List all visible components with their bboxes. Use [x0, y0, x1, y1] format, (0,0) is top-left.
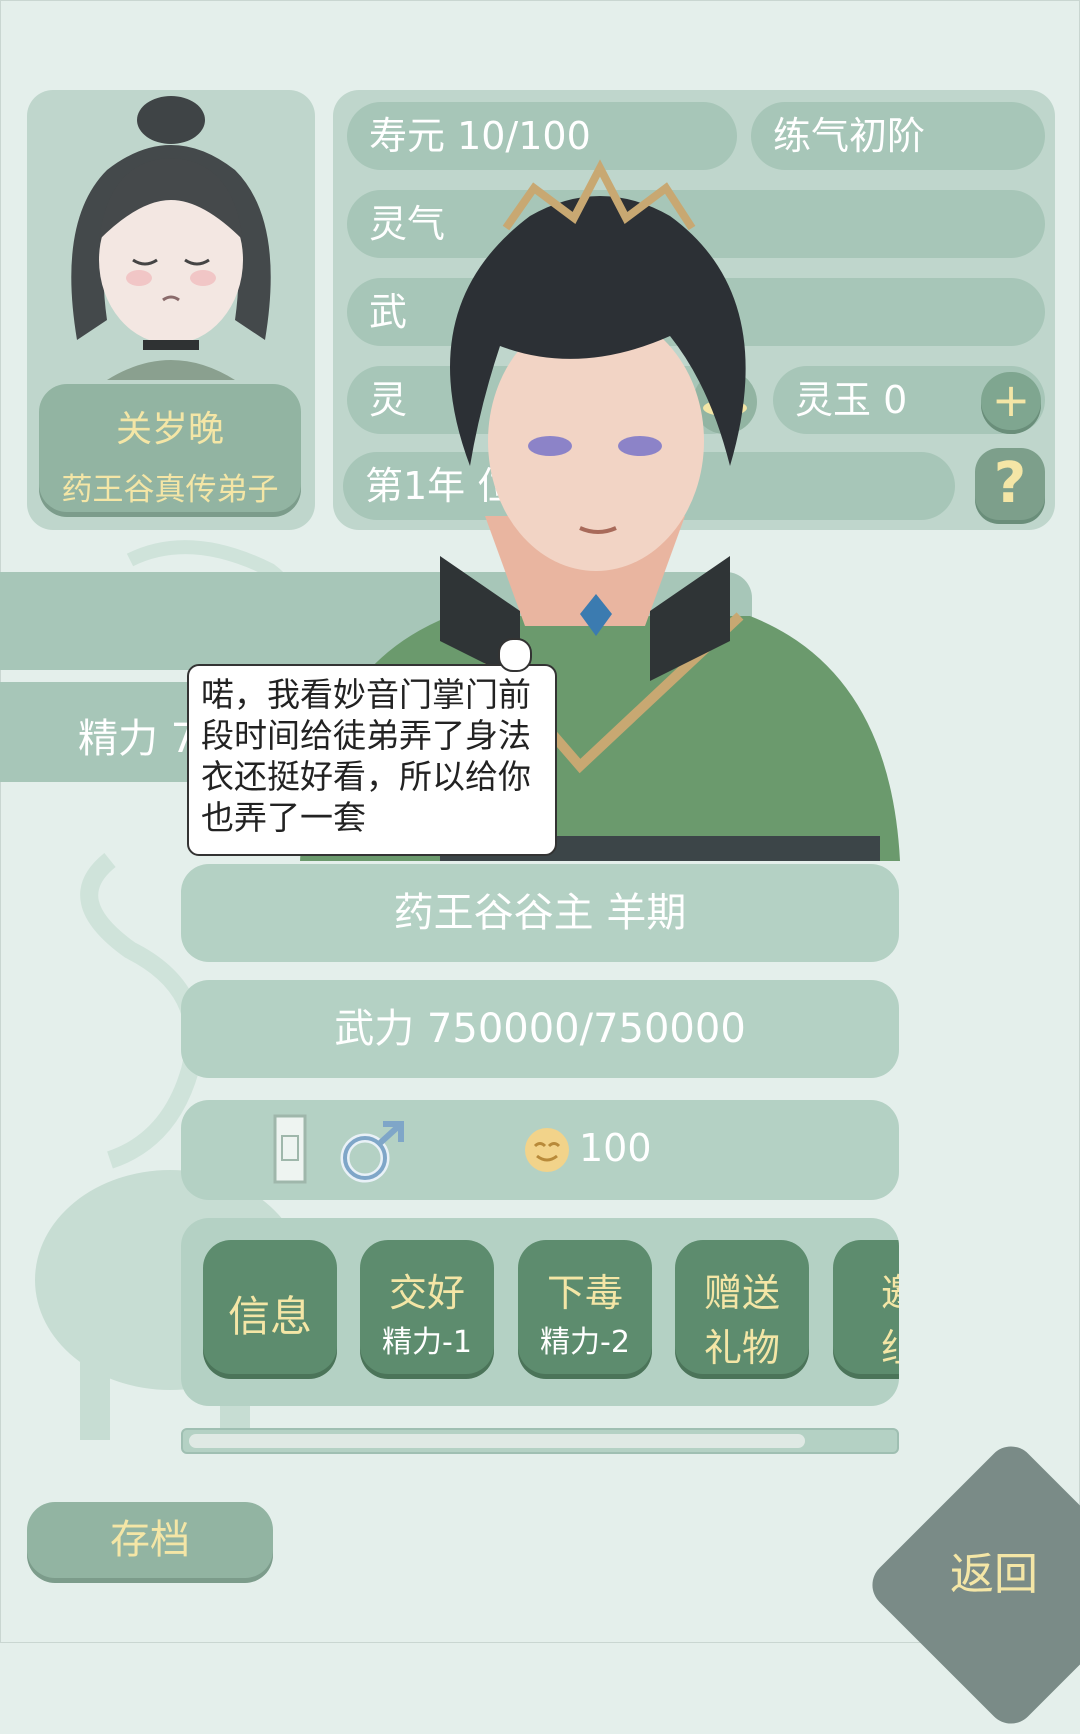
action-button-sublabel: 精力-2: [540, 1325, 630, 1360]
actions-scrollbar[interactable]: [181, 1428, 899, 1454]
npc-name-field: 药王谷谷主 羊期: [181, 864, 899, 962]
player-title: 药王谷真传弟子: [61, 472, 279, 508]
action-button-label: 交好: [388, 1271, 465, 1315]
action-button-label: 信息: [227, 1292, 312, 1341]
action-button-label: 赠送: [703, 1271, 780, 1315]
npc-name: 药王谷谷主 羊期: [393, 890, 687, 936]
favor-value: 100: [579, 1126, 652, 1170]
action-button-sublabel: 礼物: [703, 1326, 780, 1370]
npc-power: 武力 750000/750000: [334, 1006, 746, 1052]
save-button-label: 存档: [110, 1517, 190, 1563]
talisman-icon[interactable]: [273, 1114, 307, 1184]
add-jade-button[interactable]: +: [981, 372, 1041, 430]
player-card: 关岁晚 药王谷真传弟子: [27, 90, 315, 530]
action-button-sublabel: 组: [833, 1317, 899, 1372]
save-button[interactable]: 存档: [27, 1502, 273, 1578]
action-button-4[interactable]: 邀组: [833, 1240, 899, 1374]
back-button-label: 返回: [950, 1549, 1038, 1600]
action-button-label: 邀: [833, 1262, 899, 1317]
energy-label: 精力 7: [78, 716, 197, 762]
action-button-sublabel: 精力-1: [382, 1325, 472, 1360]
actions-panel: 信息交好精力-1下毒精力-2赠送礼物邀组: [181, 1218, 899, 1406]
player-portrait: [71, 96, 271, 380]
male-gender-icon: [340, 1121, 404, 1183]
action-button-2[interactable]: 下毒精力-2: [518, 1240, 652, 1374]
help-button[interactable]: ?: [975, 448, 1045, 520]
npc-power-field: 武力 750000/750000: [181, 980, 899, 1078]
actions-scrollbar-thumb[interactable]: [189, 1434, 805, 1448]
npc-status-row: 100: [181, 1100, 899, 1200]
action-button-label: 下毒: [546, 1271, 623, 1315]
dialogue-bubble: 喏，我看妙音门掌门前段时间给徒弟弄了身法衣还挺好看，所以给你也弄了一套: [187, 664, 557, 856]
player-name-plate[interactable]: 关岁晚 药王谷真传弟子: [39, 384, 301, 512]
dialogue-bubble-tail: [498, 638, 532, 672]
player-name: 关岁晚: [115, 409, 224, 450]
action-button-1[interactable]: 交好精力-1: [360, 1240, 494, 1374]
dialogue-text: 喏，我看妙音门掌门前段时间给徒弟弄了身法衣还挺好看，所以给你也弄了一套: [201, 675, 531, 837]
smiley-favor-icon: [525, 1128, 569, 1172]
action-button-3[interactable]: 赠送 礼物: [675, 1240, 809, 1374]
action-button-0[interactable]: 信息: [203, 1240, 337, 1374]
